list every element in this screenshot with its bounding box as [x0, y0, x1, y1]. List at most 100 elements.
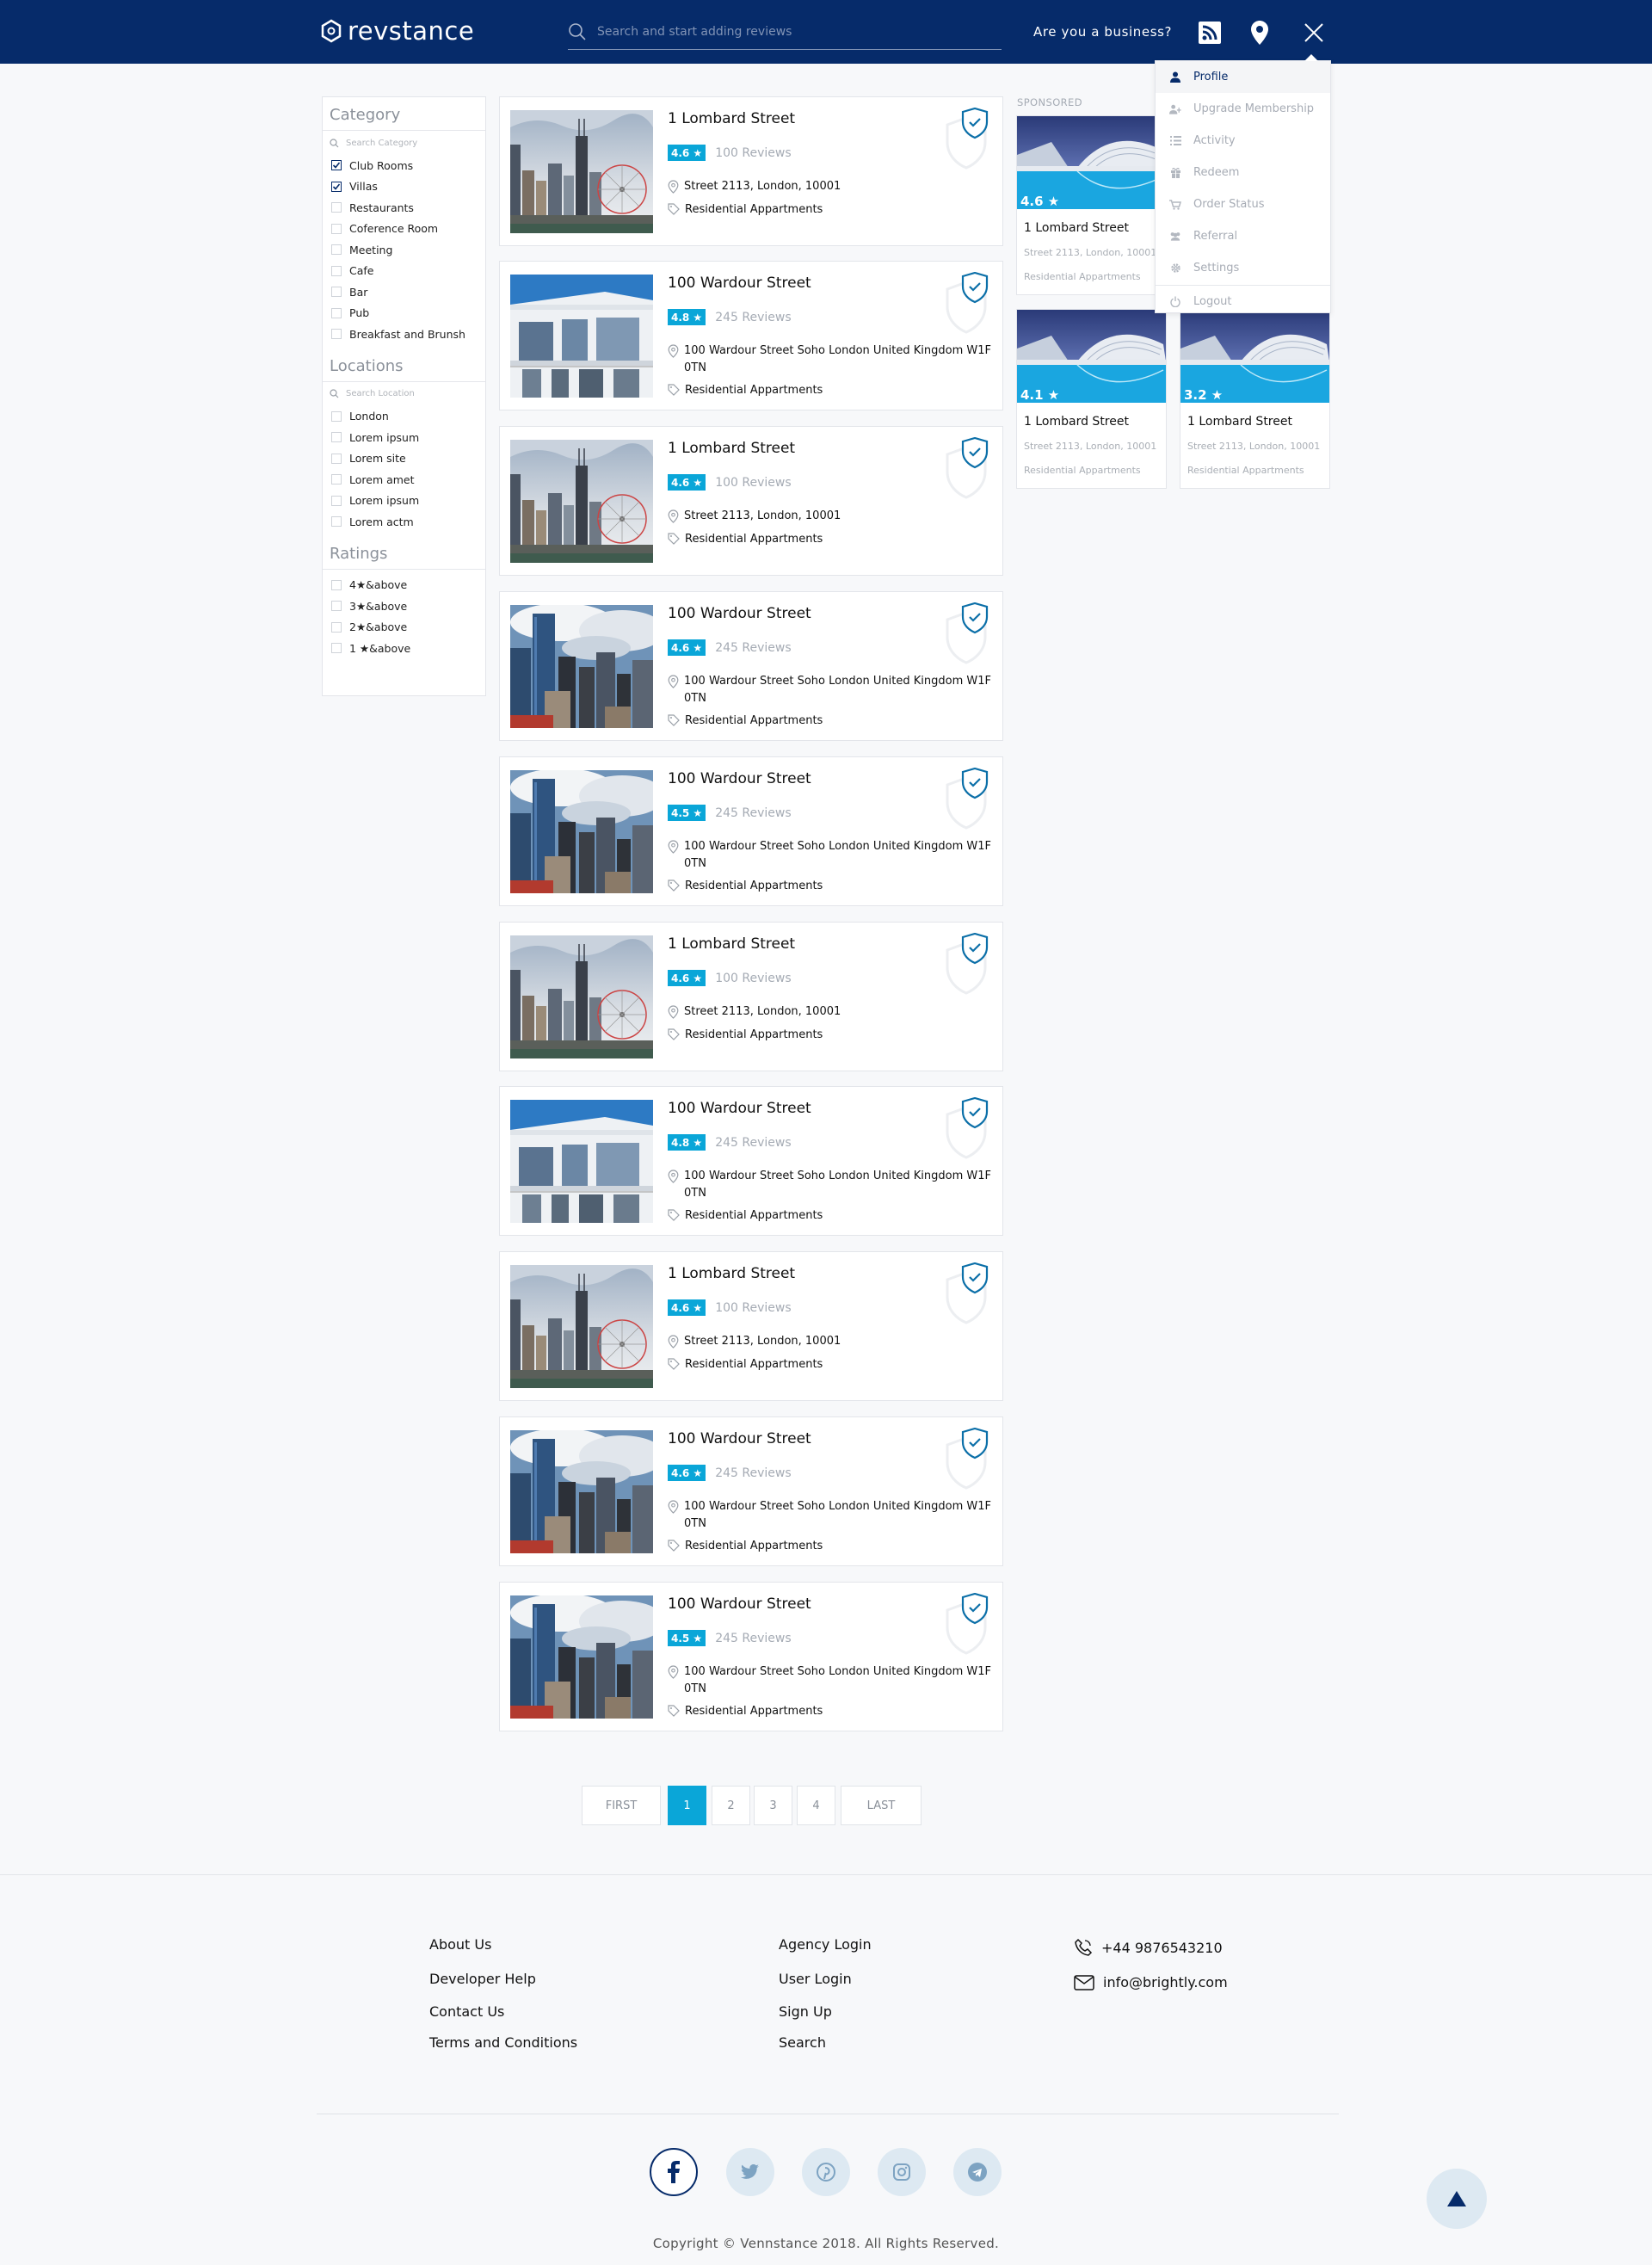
listing-title[interactable]: 100 Wardour Street — [668, 1100, 811, 1117]
listing-image[interactable] — [510, 110, 653, 233]
listing-card[interactable]: 100 Wardour Street 4.6 ★ 245 Reviews 100 Wa… — [499, 1416, 1003, 1566]
checkbox[interactable] — [331, 223, 342, 234]
listing-title[interactable]: 100 Wardour Street — [668, 275, 811, 292]
footer-link[interactable]: Search — [779, 2034, 826, 2051]
listing-title[interactable]: 1 Lombard Street — [668, 935, 795, 953]
category-filter-item[interactable]: Cafe — [323, 261, 485, 282]
listing-image[interactable] — [510, 440, 653, 563]
pagination-page[interactable]: 1 — [668, 1786, 706, 1825]
listing-title[interactable]: 100 Wardour Street — [668, 605, 811, 622]
listing-title[interactable]: 1 Lombard Street — [668, 1265, 795, 1282]
listing-title[interactable]: 1 Lombard Street — [668, 110, 795, 127]
menu-item-logout[interactable]: Logout — [1156, 286, 1330, 318]
listing-card[interactable]: 1 Lombard Street 4.6 ★ 100 Reviews Street 2… — [499, 96, 1003, 246]
checkbox[interactable] — [331, 516, 342, 528]
listing-card[interactable]: 100 Wardour Street 4.5 ★ 245 Reviews 100 Wa… — [499, 756, 1003, 906]
checkbox[interactable] — [331, 307, 342, 318]
location-search[interactable]: Search Location — [323, 382, 485, 406]
footer-email[interactable]: info@brightly.com — [1074, 1974, 1228, 1990]
listing-card[interactable]: 100 Wardour Street 4.8 ★ 245 Reviews 100 Wa… — [499, 261, 1003, 410]
rating-filter-item[interactable]: 3★&above — [323, 596, 485, 617]
business-link[interactable]: Are you a business? — [1033, 24, 1172, 40]
location-filter-item[interactable]: Lorem ipsum — [323, 427, 485, 448]
menu-item-redeem[interactable]: Redeem — [1156, 157, 1330, 188]
checkbox[interactable] — [331, 474, 342, 485]
search-bar[interactable] — [568, 14, 1002, 50]
listing-image[interactable] — [510, 1595, 653, 1719]
location-filter-item[interactable]: Lorem amet — [323, 469, 485, 491]
checkbox[interactable] — [331, 160, 342, 171]
facebook-icon[interactable] — [650, 2148, 698, 2196]
category-filter-item[interactable]: Coference Room — [323, 219, 485, 240]
listing-title[interactable]: 1 Lombard Street — [668, 440, 795, 457]
checkbox[interactable] — [331, 329, 342, 340]
listing-card[interactable]: 1 Lombard Street 4.6 ★ 100 Reviews Street 2… — [499, 922, 1003, 1071]
search-input[interactable] — [597, 24, 976, 39]
category-filter-item[interactable]: Meeting — [323, 239, 485, 261]
sponsored-card[interactable]: 4.6 ★ 1 Lombard Street Street 2113, London… — [1016, 115, 1167, 295]
sponsored-card[interactable]: 4.1 ★ 1 Lombard Street Street 2113, London… — [1016, 309, 1167, 489]
location-filter-item[interactable]: Lorem site — [323, 448, 485, 470]
category-search[interactable]: Search Category — [323, 131, 485, 155]
listing-image[interactable] — [510, 275, 653, 398]
listing-card[interactable]: 100 Wardour Street 4.6 ★ 245 Reviews 100 Wa… — [499, 591, 1003, 741]
pagination-last[interactable]: LAST — [841, 1786, 922, 1825]
rating-filter-item[interactable]: 2★&above — [323, 617, 485, 639]
listing-card[interactable]: 1 Lombard Street 4.6 ★ 100 Reviews Street 2… — [499, 1251, 1003, 1401]
listing-title[interactable]: 100 Wardour Street — [668, 1430, 811, 1447]
review-count[interactable]: 245 Reviews — [715, 1466, 791, 1480]
instagram-icon[interactable] — [878, 2148, 926, 2196]
category-filter-item[interactable]: Pub — [323, 303, 485, 324]
footer-link[interactable]: Developer Help — [429, 1971, 536, 1987]
rating-filter-item[interactable]: 4★&above — [323, 575, 485, 596]
listing-title[interactable]: 100 Wardour Street — [668, 770, 811, 787]
review-count[interactable]: 245 Reviews — [715, 806, 791, 820]
menu-item-settings[interactable]: Settings — [1156, 252, 1330, 284]
rating-filter-item[interactable]: 1 ★&above — [323, 638, 485, 659]
checkbox[interactable] — [331, 579, 342, 590]
footer-link[interactable]: Contact Us — [429, 2003, 504, 2020]
checkbox[interactable] — [331, 202, 342, 213]
checkbox[interactable] — [331, 410, 342, 422]
location-filter-item[interactable]: Lorem ipsum — [323, 491, 485, 512]
location-filter-item[interactable]: Lorem actm — [323, 511, 485, 533]
pagination-page[interactable]: 2 — [712, 1786, 750, 1825]
sponsored-title[interactable]: 1 Lombard Street — [1024, 415, 1129, 429]
footer-link[interactable]: User Login — [779, 1971, 852, 1987]
checkbox[interactable] — [331, 265, 342, 276]
footer-link[interactable]: Terms and Conditions — [429, 2034, 577, 2051]
menu-item-order-status[interactable]: Order Status — [1156, 188, 1330, 220]
listing-card[interactable]: 100 Wardour Street 4.8 ★ 245 Reviews 100 Wa… — [499, 1086, 1003, 1236]
pinterest-icon[interactable] — [802, 2148, 850, 2196]
menu-item-referral[interactable]: Referral — [1156, 220, 1330, 252]
sponsored-card[interactable]: 3.2 ★ 1 Lombard Street Street 2113, London… — [1180, 309, 1330, 489]
footer-link[interactable]: Sign Up — [779, 2003, 832, 2020]
listing-image[interactable] — [510, 1265, 653, 1388]
listing-image[interactable] — [510, 1430, 653, 1553]
twitter-icon[interactable] — [726, 2148, 774, 2196]
checkbox[interactable] — [331, 287, 342, 298]
checkbox[interactable] — [331, 244, 342, 256]
close-icon[interactable] — [1300, 19, 1328, 46]
review-count[interactable]: 100 Reviews — [715, 476, 791, 490]
checkbox[interactable] — [331, 621, 342, 633]
menu-item-upgrade-membership[interactable]: Upgrade Membership — [1156, 93, 1330, 125]
pagination-page[interactable]: 4 — [797, 1786, 835, 1825]
review-count[interactable]: 100 Reviews — [715, 146, 791, 160]
listing-card[interactable]: 1 Lombard Street 4.6 ★ 100 Reviews Street 2… — [499, 426, 1003, 576]
footer-link[interactable]: About Us — [429, 1936, 491, 1953]
telegram-icon[interactable] — [953, 2148, 1002, 2196]
listing-title[interactable]: 100 Wardour Street — [668, 1595, 811, 1613]
listing-image[interactable] — [510, 770, 653, 893]
pagination-page[interactable]: 3 — [754, 1786, 792, 1825]
location-filter-item[interactable]: London — [323, 406, 485, 428]
category-filter-item[interactable]: Villas — [323, 176, 485, 198]
category-filter-item[interactable]: Bar — [323, 281, 485, 303]
sponsored-title[interactable]: 1 Lombard Street — [1024, 221, 1129, 235]
scroll-to-top-button[interactable] — [1427, 2169, 1487, 2229]
sponsored-title[interactable]: 1 Lombard Street — [1187, 415, 1292, 429]
logo[interactable]: revstance — [320, 15, 474, 46]
checkbox[interactable] — [331, 432, 342, 443]
checkbox[interactable] — [331, 643, 342, 654]
checkbox[interactable] — [331, 495, 342, 506]
